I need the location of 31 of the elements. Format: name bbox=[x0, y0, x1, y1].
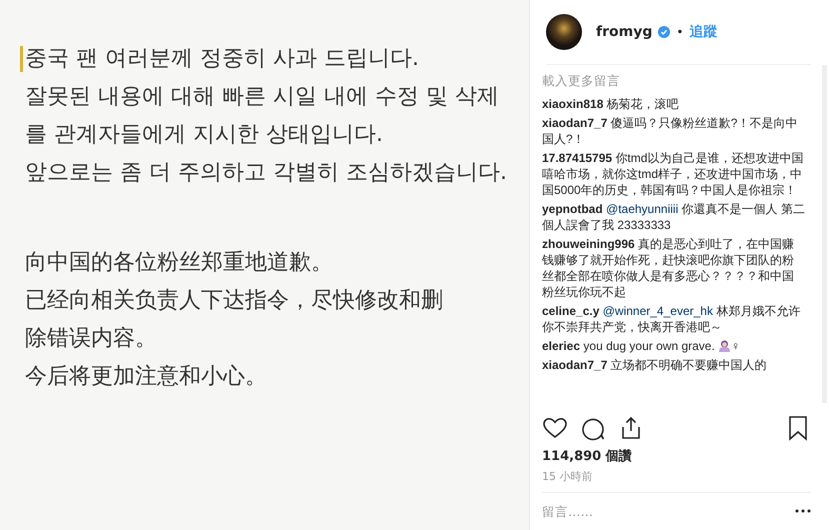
note-text-line: 잘못된 내용에 대해 빠른 시일 내에 수정 및 삭제 bbox=[25, 83, 499, 111]
username[interactable]: fromyg bbox=[596, 24, 652, 40]
comment-username[interactable]: celine_c.y bbox=[542, 304, 600, 318]
mention-link[interactable]: @taehyunniiii bbox=[606, 202, 678, 216]
post-time: 15 小時前 bbox=[542, 464, 811, 493]
comment: eleriec you dug your own grave. ♀ bbox=[542, 338, 742, 354]
comment-username[interactable]: xiaodan7_7 bbox=[542, 358, 608, 372]
text-cursor bbox=[20, 46, 23, 72]
likes-count: 114,890 個讚 bbox=[541, 448, 633, 465]
note-text-line: 已经向相关负责人下达指令，尽快修改和删 bbox=[25, 287, 443, 315]
comment-username[interactable]: eleriec bbox=[542, 338, 580, 353]
comment: xiaodan7_7 立场都不明确不要赚中国人的 bbox=[542, 356, 768, 373]
mention-link[interactable]: @winner_4_ever_hk bbox=[602, 304, 713, 318]
avatar[interactable] bbox=[546, 14, 582, 50]
note-text-line: 除错误内容。 bbox=[25, 325, 157, 353]
note-text-line: 今后将更加注意和小心。 bbox=[25, 363, 267, 391]
comment-username[interactable]: yepnotbad bbox=[542, 202, 603, 216]
note-text-line: 앞으로는 좀 더 주의하고 각별히 조심하겠습니다. bbox=[25, 159, 507, 187]
note-text-line: 중국 팬 여러분께 정중히 사과 드립니다. bbox=[25, 45, 419, 73]
comment: xiaodan7_7 傻逼吗？只像粉丝道歉?！不是向中国人?！ bbox=[542, 114, 798, 147]
separator-dot: • bbox=[676, 24, 684, 39]
comment-username[interactable]: 17.87415795 bbox=[542, 150, 612, 165]
comment: 17.87415795 你tmd以为自己是谁，还想攻进中国嘻哈市场，就你这tmd样子，还攻进中国市场，中国5000年的历史，韩国有吗？中国人是你祖宗！ bbox=[542, 150, 804, 198]
comment-username[interactable]: xiaoxin818 bbox=[542, 96, 604, 111]
comment-username[interactable]: zhouweining996 bbox=[542, 236, 635, 251]
comment-input-field[interactable]: 留言…… bbox=[542, 504, 795, 519]
more-options-icon[interactable] bbox=[795, 509, 811, 514]
comment-username[interactable]: xiaodan7_7 bbox=[542, 116, 608, 130]
note-text-line: 를 관계자들에게 지시한 상태입니다. bbox=[25, 121, 383, 149]
note-text-line: 向中国的各位粉丝郑重地道歉。 bbox=[25, 249, 333, 277]
comment: xiaoxin818 杨菊花，滚吧 bbox=[542, 96, 680, 112]
